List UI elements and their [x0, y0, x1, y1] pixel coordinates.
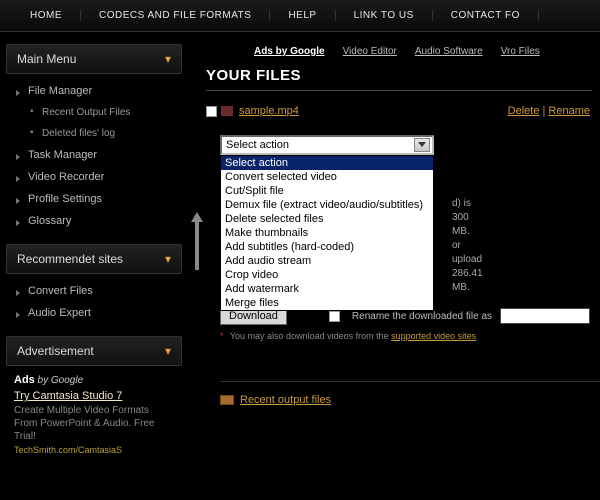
menu-task-manager[interactable]: Task Manager	[6, 144, 182, 166]
nav-link-to-us[interactable]: LINK TO US	[336, 10, 433, 21]
nav-home[interactable]: HOME	[12, 10, 81, 21]
file-row: sample.mp4 Delete | Rename	[206, 91, 600, 125]
page-title: YOUR FILES	[206, 67, 592, 91]
option-cut-split[interactable]: Cut/Split file	[221, 184, 433, 198]
ad-source-url: TechSmith.com/CamtasiaS	[14, 445, 174, 455]
link-convert-files[interactable]: Convert Files	[6, 280, 182, 302]
nav-codecs[interactable]: CODECS AND FILE FORMATS	[81, 10, 270, 21]
link-audio-expert[interactable]: Audio Expert	[6, 302, 182, 324]
menu-file-manager[interactable]: File Manager	[6, 80, 182, 102]
folder-icon	[220, 395, 234, 405]
nav-contact[interactable]: CONTACT FO	[433, 10, 539, 21]
ads-by-google-link[interactable]: Ads by Google	[254, 46, 325, 57]
menu-recent-output[interactable]: Recent Output Files	[6, 102, 182, 123]
main-menu-title: Main Menu	[17, 52, 76, 66]
rename-checkbox[interactable]	[329, 311, 340, 322]
menu-glossary[interactable]: Glossary	[6, 210, 182, 232]
main-content: Ads by Google Video Editor Audio Softwar…	[188, 32, 600, 455]
action-dropdown: Select action Select action Convert sele…	[220, 135, 434, 155]
sponsor-audio-software[interactable]: Audio Software	[415, 46, 483, 57]
rec-sites-list: Convert Files Audio Expert	[6, 274, 182, 336]
ad-camtasia-link[interactable]: Try Camtasia Studio 7	[14, 390, 174, 402]
ad-body-text: Create Multiple Video Formats From Power…	[14, 404, 174, 443]
file-actions: Delete | Rename	[508, 105, 590, 117]
recent-output-row: Recent output files	[220, 381, 600, 406]
option-add-audio[interactable]: Add audio stream	[221, 254, 433, 268]
file-name-link[interactable]: sample.mp4	[239, 105, 299, 117]
rename-link[interactable]: Rename	[548, 105, 590, 117]
action-select-value: Select action	[226, 139, 289, 151]
option-add-watermark[interactable]: Add watermark	[221, 282, 433, 296]
option-delete-files[interactable]: Delete selected files	[221, 212, 433, 226]
option-make-thumbnails[interactable]: Make thumbnails	[221, 226, 433, 240]
action-select-list: Select action Convert selected video Cut…	[220, 155, 434, 311]
chevron-down-icon: ▾	[165, 252, 171, 266]
option-add-subtitles[interactable]: Add subtitles (hard-coded)	[221, 240, 433, 254]
option-merge-files[interactable]: Merge files	[221, 296, 433, 310]
cursor-icon: ↖	[446, 159, 458, 176]
top-nav: HOME CODECS AND FILE FORMATS HELP LINK T…	[0, 0, 600, 32]
dropdown-button-icon[interactable]	[414, 138, 430, 152]
action-select[interactable]: Select action	[220, 135, 434, 155]
rec-sites-header[interactable]: Recommendet sites ▾	[6, 244, 182, 274]
main-menu-list: File Manager Recent Output Files Deleted…	[6, 74, 182, 244]
option-demux[interactable]: Demux file (extract video/audio/subtitle…	[221, 198, 433, 212]
option-select-action[interactable]: Select action	[221, 156, 433, 170]
advertisement-title: Advertisement	[17, 344, 94, 358]
main-menu-header[interactable]: Main Menu ▾	[6, 44, 182, 74]
menu-deleted-log[interactable]: Deleted files' log	[6, 123, 182, 144]
file-checkbox[interactable]	[206, 106, 217, 117]
chevron-down-icon: ▾	[165, 52, 171, 66]
option-crop-video[interactable]: Crop video	[221, 268, 433, 282]
sponsor-video-editor[interactable]: Video Editor	[343, 46, 397, 57]
rec-sites-title: Recommendet sites	[17, 252, 123, 266]
video-file-icon	[221, 106, 233, 116]
asterisk-icon: *	[220, 331, 224, 341]
ad-block: Ads by Google Try Camtasia Studio 7 Crea…	[6, 366, 182, 455]
arrow-up-icon	[190, 212, 204, 270]
menu-profile-settings[interactable]: Profile Settings	[6, 188, 182, 210]
ads-by-google-label: Ads by Google	[14, 374, 83, 386]
sponsor-links: Ads by Google Video Editor Audio Softwar…	[206, 42, 600, 67]
sponsor-vro-files[interactable]: Vro Files	[501, 46, 540, 57]
upload-limit-hint: d) is 300 MB. or upload 286.41 MB.	[452, 197, 483, 295]
sidebar: Main Menu ▾ File Manager Recent Output F…	[0, 32, 188, 455]
nav-help[interactable]: HELP	[270, 10, 335, 21]
menu-video-recorder[interactable]: Video Recorder	[6, 166, 182, 188]
option-convert-video[interactable]: Convert selected video	[221, 170, 433, 184]
advertisement-header[interactable]: Advertisement ▾	[6, 336, 182, 366]
delete-link[interactable]: Delete	[508, 105, 540, 117]
download-note: * You may also download videos from the …	[220, 331, 600, 341]
recent-output-link[interactable]: Recent output files	[240, 394, 331, 406]
rename-input[interactable]	[500, 308, 590, 324]
chevron-down-icon: ▾	[165, 344, 171, 358]
rename-label: Rename the downloaded file as	[352, 311, 492, 322]
supported-sites-link[interactable]: supported video sites	[391, 331, 476, 341]
